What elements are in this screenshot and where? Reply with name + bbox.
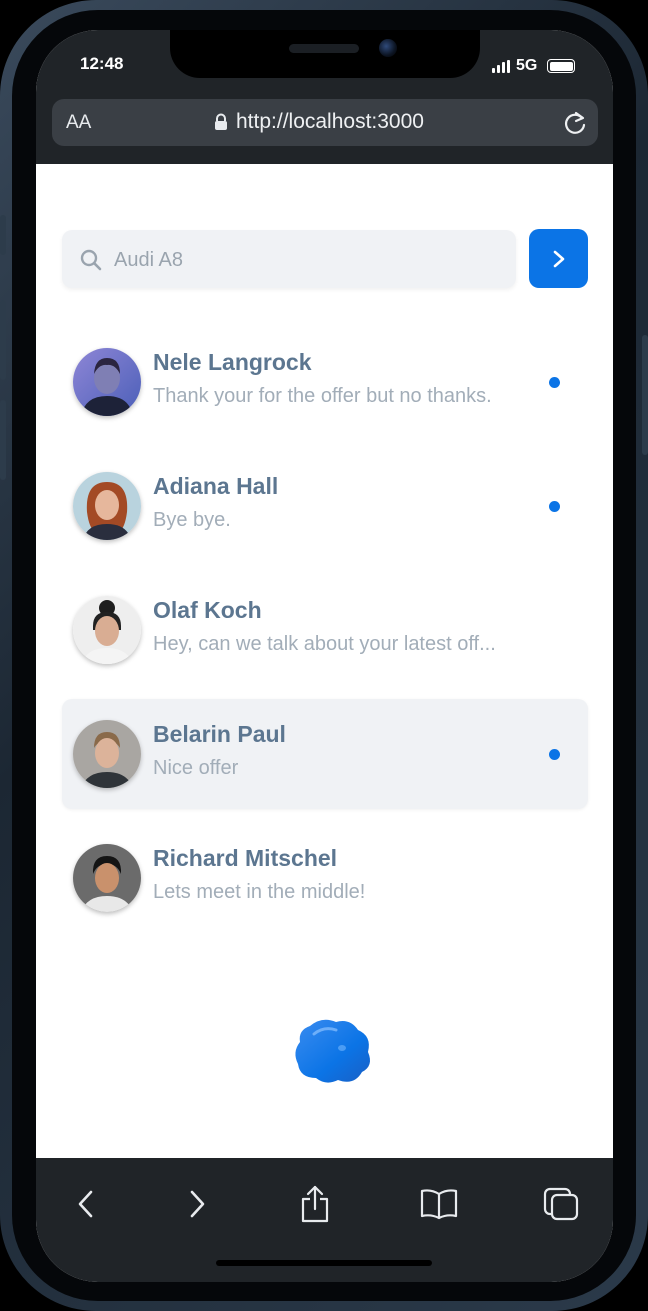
browser-bottom-toolbar bbox=[36, 1158, 613, 1282]
forward-icon bbox=[190, 1190, 205, 1218]
conversation-preview: Lets meet in the middle! bbox=[153, 881, 366, 903]
phone-frame: 12:48 5G AA http://localhost:3000 Audi A… bbox=[0, 0, 648, 1311]
avatar bbox=[73, 720, 141, 788]
share-icon bbox=[301, 1185, 329, 1223]
tabs-button[interactable] bbox=[539, 1182, 583, 1226]
back-button[interactable] bbox=[63, 1182, 107, 1226]
avatar bbox=[73, 348, 141, 416]
unread-indicator bbox=[549, 501, 560, 512]
battery-icon bbox=[547, 59, 576, 73]
status-indicators: 5G bbox=[492, 57, 576, 75]
avatar bbox=[73, 596, 141, 664]
conversation-item[interactable]: Adiana Hall Bye bye. bbox=[62, 451, 588, 561]
conversation-item[interactable]: Nele Langrock Thank your for the offer b… bbox=[62, 327, 588, 437]
browser-top-bar: 12:48 5G AA http://localhost:3000 bbox=[36, 30, 613, 164]
forward-button[interactable] bbox=[176, 1182, 220, 1226]
chevron-right-icon bbox=[553, 250, 564, 267]
silent-switch bbox=[0, 215, 6, 255]
search-box[interactable] bbox=[62, 230, 516, 290]
conversation-name: Nele Langrock bbox=[153, 349, 312, 375]
avatar bbox=[73, 844, 141, 912]
unread-indicator bbox=[549, 377, 560, 388]
tabs-icon bbox=[543, 1187, 579, 1221]
conversation-preview: Bye bye. bbox=[153, 509, 231, 531]
conversation-item[interactable]: Richard Mitschel Lets meet in the middle… bbox=[62, 823, 588, 933]
lock-icon bbox=[215, 113, 227, 130]
reload-icon[interactable] bbox=[562, 109, 588, 137]
bookmarks-icon bbox=[420, 1189, 458, 1220]
speaker bbox=[289, 44, 359, 53]
power-button bbox=[642, 335, 648, 455]
camera bbox=[379, 39, 397, 57]
back-icon bbox=[78, 1190, 93, 1218]
volume-up-button bbox=[0, 300, 6, 380]
status-time: 12:48 bbox=[80, 54, 124, 73]
unread-indicator bbox=[549, 749, 560, 760]
url-text: http://localhost:3000 bbox=[236, 110, 424, 133]
network-label: 5G bbox=[516, 57, 538, 74]
avatar bbox=[73, 472, 141, 540]
share-button[interactable] bbox=[293, 1182, 337, 1226]
bookmarks-button[interactable] bbox=[417, 1182, 461, 1226]
conversation-preview: Thank your for the offer but no thanks. bbox=[153, 385, 492, 407]
address-bar[interactable]: AA http://localhost:3000 bbox=[52, 99, 598, 146]
notch bbox=[170, 30, 480, 78]
text-size-button[interactable]: AA bbox=[66, 112, 91, 134]
screen: 12:48 5G AA http://localhost:3000 Audi A… bbox=[36, 30, 613, 1282]
search-submit-button[interactable] bbox=[529, 229, 588, 288]
conversation-preview: Hey, can we talk about your latest off..… bbox=[153, 633, 496, 655]
volume-down-button bbox=[0, 400, 6, 480]
conversation-name: Richard Mitschel bbox=[153, 845, 338, 871]
conversation-name: Adiana Hall bbox=[153, 473, 279, 499]
conversation-item[interactable]: Olaf Koch Hey, can we talk about your la… bbox=[62, 575, 588, 685]
blob-logo-icon bbox=[295, 1019, 370, 1083]
conversation-name: Olaf Koch bbox=[153, 597, 262, 623]
search-icon bbox=[80, 249, 102, 271]
conversation-preview: Nice offer bbox=[153, 757, 239, 779]
url-display[interactable]: http://localhost:3000 bbox=[214, 110, 424, 134]
signal-icon bbox=[492, 59, 510, 73]
home-indicator bbox=[216, 1260, 432, 1266]
conversation-item-active[interactable]: Belarin Paul Nice offer bbox=[62, 699, 588, 809]
search-input[interactable] bbox=[112, 230, 506, 290]
conversation-name: Belarin Paul bbox=[153, 721, 286, 747]
